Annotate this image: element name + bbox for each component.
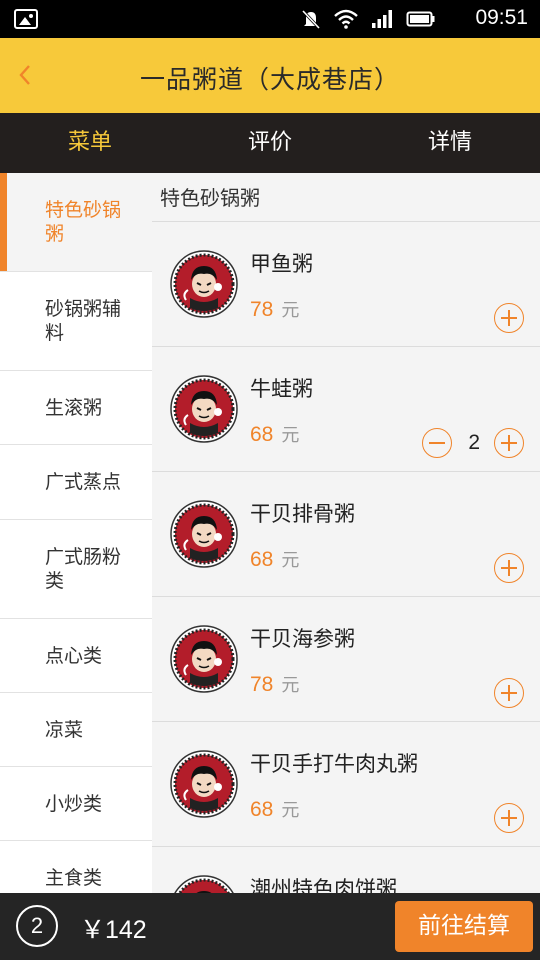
add-button[interactable] (494, 303, 524, 333)
dish-name: 干贝海参粥 (250, 627, 355, 651)
price-value: 68 (250, 423, 274, 446)
image-notification-icon (14, 9, 38, 29)
header: 一品粥道（大成巷店） (0, 38, 540, 113)
add-button[interactable] (494, 553, 524, 583)
dish-thumbnail (170, 375, 238, 443)
dish-thumbnail (170, 500, 238, 568)
dish-thumbnail (170, 250, 238, 318)
cart-total: ￥142 (80, 916, 147, 944)
section-title: 特色砂锅粥 (152, 173, 540, 222)
price-unit: 元 (281, 550, 300, 571)
dish-thumbnail (170, 750, 238, 818)
category-item[interactable]: 广式蒸点 (0, 445, 152, 520)
price-value: 68 (250, 548, 274, 571)
dish-price: 68 元 (250, 796, 299, 822)
remove-button[interactable] (422, 428, 452, 458)
category-label: 点心类 (45, 644, 103, 667)
tab-reviews[interactable]: 评价 (180, 113, 360, 173)
category-label: 特色砂锅粥 (45, 199, 122, 245)
price-unit: 元 (281, 300, 300, 321)
dish-thumbnail (170, 625, 238, 693)
category-item[interactable]: 砂锅粥辅料 (0, 272, 152, 371)
category-label: 凉菜 (45, 718, 84, 741)
mute-icon (301, 9, 321, 29)
category-item[interactable]: 主食类 (0, 841, 152, 893)
dish-name: 干贝手打牛肉丸粥 (250, 752, 418, 776)
category-label: 小炒类 (45, 792, 103, 815)
dish-row[interactable]: 干贝海参粥 78 元 (152, 597, 540, 722)
category-sidebar: 特色砂锅粥 砂锅粥辅料 生滚粥 广式蒸点 广式肠粉类 点心类 凉菜 小炒类 主食… (0, 173, 152, 893)
add-button[interactable] (494, 678, 524, 708)
tab-details[interactable]: 详情 (360, 113, 540, 173)
dish-list: 特色砂锅粥 甲鱼粥 78 元 牛蛙粥 68 元 2 干贝排骨粥 68 元 干贝海参粥 … (152, 173, 540, 893)
category-label: 生滚粥 (45, 396, 103, 419)
battery-icon (406, 11, 435, 27)
cart-bar: 2 ￥142 前往结算 (0, 893, 540, 960)
category-label: 砂锅粥辅料 (45, 298, 122, 344)
price-value: 78 (250, 298, 274, 321)
dish-row[interactable]: 潮州特色肉饼粥 68元 (152, 847, 540, 893)
add-button[interactable] (494, 428, 524, 458)
dish-name: 牛蛙粥 (250, 377, 313, 401)
category-label: 主食类 (45, 866, 103, 889)
cart-count-badge[interactable]: 2 (16, 905, 58, 947)
checkout-button[interactable]: 前往结算 (395, 901, 533, 952)
price-unit: 元 (281, 800, 300, 821)
price-value: 78 (250, 673, 274, 696)
dish-row[interactable]: 干贝手打牛肉丸粥 68 元 (152, 722, 540, 847)
price-value: 68 (250, 798, 274, 821)
wifi-icon (334, 9, 358, 29)
dish-row[interactable]: 甲鱼粥 78 元 (152, 222, 540, 347)
dish-row[interactable]: 牛蛙粥 68 元 2 (152, 347, 540, 472)
dish-thumbnail (170, 875, 238, 893)
category-item[interactable]: 生滚粥 (0, 371, 152, 445)
price-unit: 元 (281, 425, 300, 446)
dish-row[interactable]: 干贝排骨粥 68 元 (152, 472, 540, 597)
tab-bar: 菜单 评价 详情 (0, 113, 540, 173)
clock: 09:51 (475, 6, 528, 29)
category-label: 广式蒸点 (45, 471, 122, 493)
dish-price: 68 元 (250, 421, 299, 447)
category-item[interactable]: 凉菜 (0, 693, 152, 767)
dish-price: 68 元 (250, 546, 299, 572)
category-item[interactable]: 点心类 (0, 619, 152, 693)
category-item[interactable]: 特色砂锅粥 (0, 173, 152, 272)
category-item[interactable]: 小炒类 (0, 767, 152, 841)
status-bar: 09:51 (0, 0, 540, 38)
dish-price: 78 元 (250, 671, 299, 697)
price-unit: 元 (281, 675, 300, 696)
category-label: 广式肠粉类 (45, 546, 122, 592)
signal-icon (372, 10, 392, 28)
category-item[interactable]: 广式肠粉类 (0, 520, 152, 619)
system-icons (300, 9, 436, 29)
dish-name: 干贝排骨粥 (250, 502, 355, 526)
dish-name: 潮州特色肉饼粥 (250, 877, 397, 893)
quantity-value: 2 (468, 431, 480, 454)
dish-name: 甲鱼粥 (250, 252, 313, 276)
add-button[interactable] (494, 803, 524, 833)
dish-price: 78 元 (250, 296, 299, 322)
page-title: 一品粥道（大成巷店） (139, 65, 400, 94)
tab-menu[interactable]: 菜单 (0, 113, 180, 173)
